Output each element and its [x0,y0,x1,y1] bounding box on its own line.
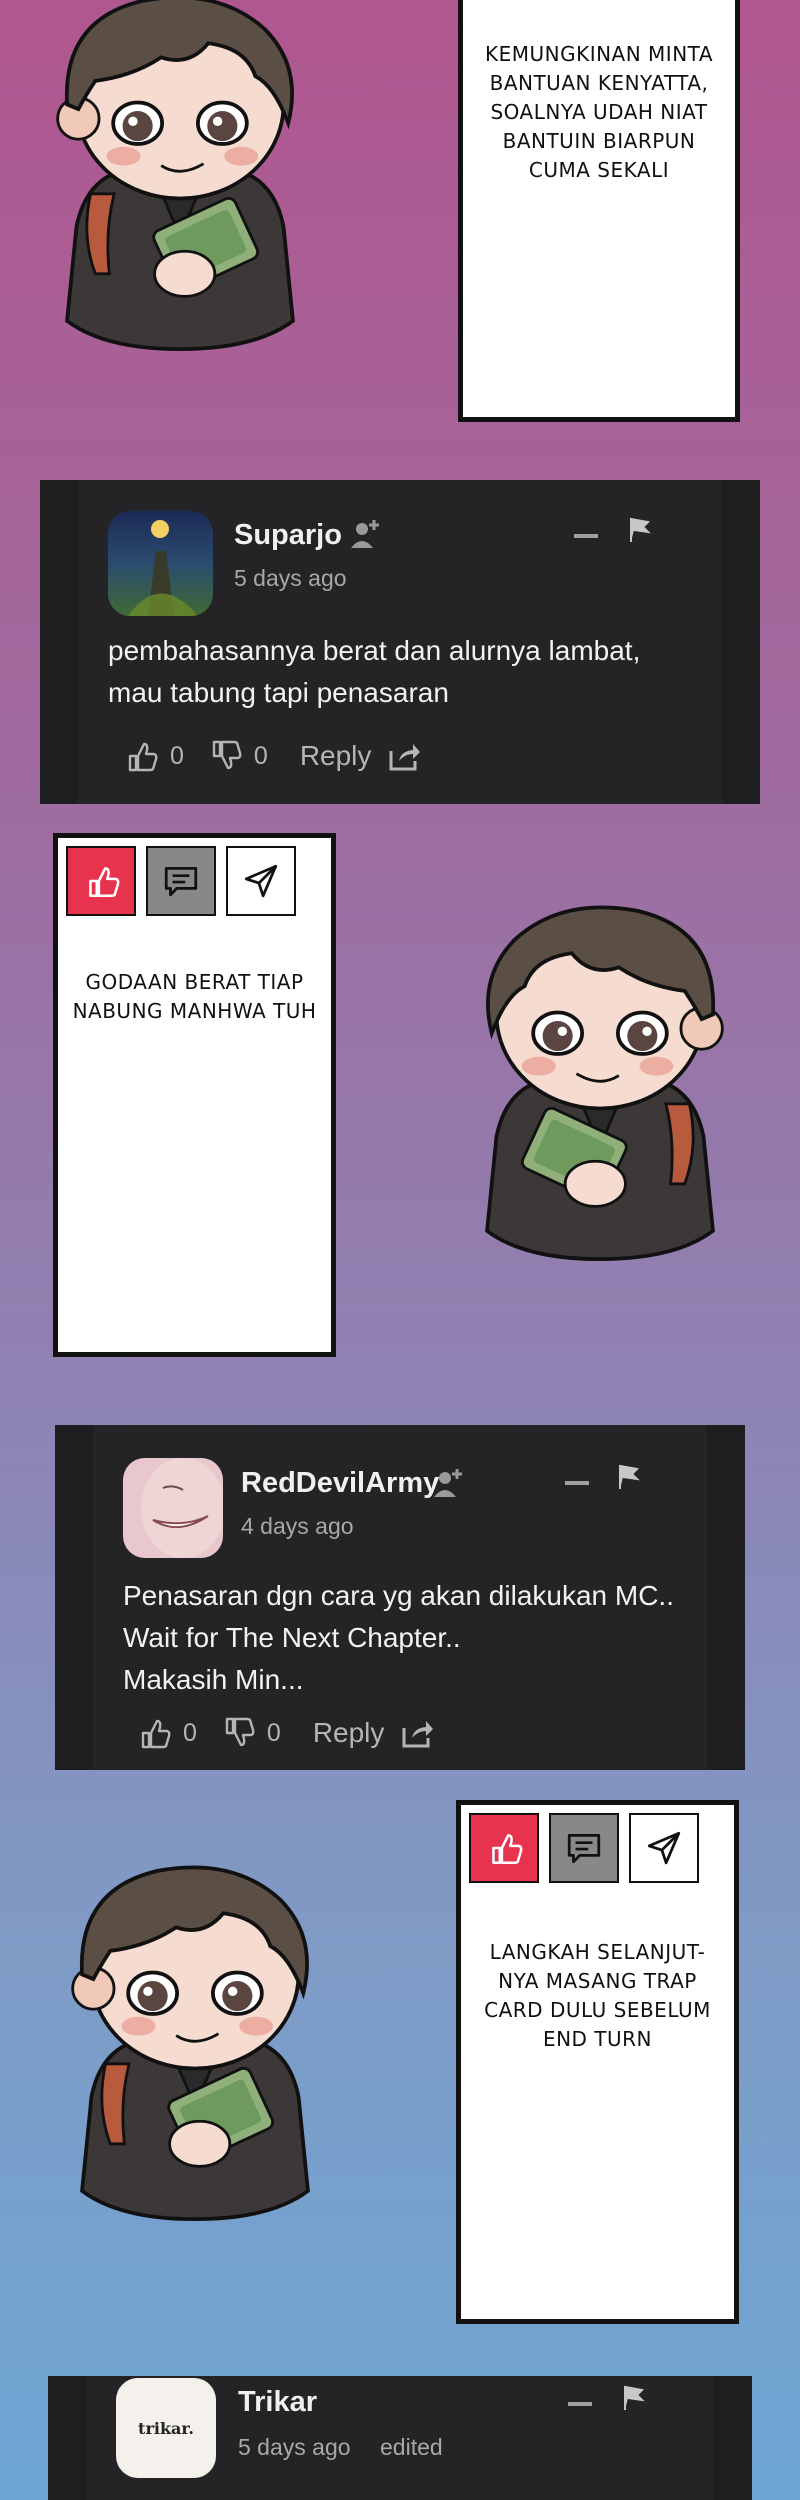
comic-panel-3: LANGKAH SELANJUT- NYA MASANG TRAP CARD D… [456,1800,739,2324]
thumbs-down-icon[interactable] [219,1715,255,1751]
action-buttons [66,846,296,916]
comment-button[interactable] [549,1813,619,1883]
share-button[interactable] [629,1813,699,1883]
comment-actions: 0 0 Reply [135,1715,434,1751]
timestamp: 5 days ago [234,565,347,591]
thumbs-up-icon[interactable] [122,738,158,774]
chat-bubble-icon [164,866,198,897]
thumbs-up-icon[interactable] [135,1715,171,1751]
share-button[interactable] [226,846,296,916]
chibi-character-2 [485,905,725,1262]
chibi-character-3 [70,1865,310,2222]
comment-card-trikar: trikar. Trikar 5 days ago edited [48,2376,752,2500]
add-user-icon[interactable] [350,516,384,550]
comment-text: Penasaran dgn cara yg akan dilakukan MC.… [123,1580,674,1695]
dislike-count: 0 [253,741,268,770]
reply-button[interactable]: Reply [313,1717,385,1749]
minimize-icon[interactable] [566,2390,594,2418]
comment-button[interactable] [146,846,216,916]
like-button[interactable] [66,846,136,916]
like-count: 0 [170,741,184,770]
chat-bubble-icon [567,1833,601,1864]
comment-card-reddevilarmy: RedDevilArmy 4 days ago Penasaran dgn ca… [55,1425,745,1770]
comic-panel-1: KEMUNGKINAN MINTA BANTUAN KENYATTA, SOAL… [458,0,740,422]
avatar-image [128,520,198,616]
add-user-icon[interactable] [433,1465,467,1499]
thumbs-up-icon [89,867,120,898]
paper-plane-icon [244,864,278,898]
action-buttons [469,1813,699,1883]
speech-text: KEMUNGKINAN MINTA BANTUAN KENYATTA, SOAL… [484,42,714,182]
comic-panel-2: GODAAN BERAT TIAP NABUNG MANHWA TUH [53,833,336,1357]
username[interactable]: Suparjo [234,519,342,552]
avatar-logo-text: trikar. [138,2418,194,2438]
comment-actions: 0 0 Reply [122,738,421,774]
reply-button[interactable]: Reply [300,740,372,772]
chibi-character-1 [55,0,295,352]
flag-icon[interactable] [615,1463,643,1491]
minimize-icon[interactable] [563,1469,591,1497]
timestamp: 5 days ago [238,2434,351,2460]
minimize-icon[interactable] [572,522,600,550]
like-count: 0 [183,1718,197,1747]
flag-icon[interactable] [620,2384,648,2412]
thumbs-up-icon [492,1834,523,1865]
comment-card-suparjo: Suparjo 5 days ago pembahasannya berat d… [40,480,760,804]
speech-text: GODAAN BERAT TIAP NABUNG MANHWA TUH [72,970,317,1023]
avatar[interactable] [108,511,213,616]
avatar[interactable] [123,1458,223,1558]
edited-label: edited [380,2434,443,2460]
timestamp: 4 days ago [241,1513,354,1539]
avatar-image [141,1458,223,1558]
username[interactable]: Trikar [238,2386,317,2419]
speech-text: LANGKAH SELANJUT- NYA MASANG TRAP CARD D… [484,1940,711,2051]
share-icon[interactable] [400,1716,434,1750]
thumbs-down-icon[interactable] [206,738,242,774]
avatar[interactable]: trikar. [116,2378,216,2478]
dislike-count: 0 [266,1718,281,1747]
username[interactable]: RedDevilArmy [241,1467,439,1500]
flag-icon[interactable] [626,516,654,544]
comment-text: pembahasannya berat dan alurnya lambat, … [108,635,641,708]
paper-plane-icon [647,1831,681,1865]
like-button[interactable] [469,1813,539,1883]
share-icon[interactable] [387,739,421,773]
